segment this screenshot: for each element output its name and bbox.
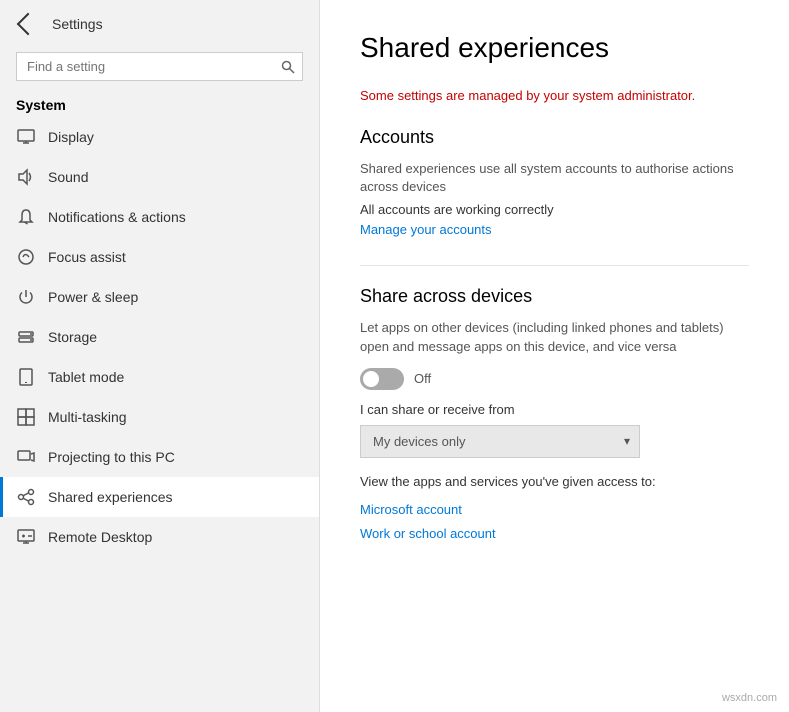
work-account-link[interactable]: Work or school account [360,526,496,541]
projecting-icon [16,447,36,467]
watermark: wsxdn.com [722,692,777,704]
share-toggle[interactable] [360,368,404,390]
sidebar-item-storage[interactable]: Storage [0,317,319,357]
search-icon [281,60,295,74]
page-title: Shared experiences [360,32,749,64]
toggle-knob [363,371,379,387]
sidebar-item-display[interactable]: Display [0,117,319,157]
tablet-icon [16,367,36,387]
sidebar-item-shared-label: Shared experiences [48,489,173,505]
sidebar-title: Settings [52,16,103,32]
sidebar-item-notifications-label: Notifications & actions [48,209,186,225]
sidebar-item-power[interactable]: Power & sleep [0,277,319,317]
notifications-icon [16,207,36,227]
toggle-label: Off [414,371,431,386]
sidebar-item-tablet[interactable]: Tablet mode [0,357,319,397]
microsoft-account-link[interactable]: Microsoft account [360,502,462,517]
sidebar-item-projecting-label: Projecting to this PC [48,449,175,465]
sidebar-item-tablet-label: Tablet mode [48,369,124,385]
sound-icon [16,167,36,187]
search-box [16,52,303,81]
shared-icon [16,487,36,507]
power-icon [16,287,36,307]
admin-warning: Some settings are managed by your system… [360,88,749,103]
share-description: Let apps on other devices (including lin… [360,319,749,355]
focus-icon [16,247,36,267]
view-access-label: View the apps and services you've given … [360,474,749,489]
accounts-heading: Accounts [360,127,749,148]
sidebar-item-projecting[interactable]: Projecting to this PC [0,437,319,477]
sidebar-item-remote-label: Remote Desktop [48,529,152,545]
sidebar-item-remote[interactable]: Remote Desktop [0,517,319,557]
dropdown-wrapper: My devices only Everyone nearby ▾ [360,425,640,458]
sidebar-item-display-label: Display [48,129,94,145]
sidebar-item-storage-label: Storage [48,329,97,345]
sidebar: Settings System Display [0,0,320,712]
share-heading: Share across devices [360,286,749,307]
back-arrow-icon [17,13,40,36]
sidebar-item-multitasking-label: Multi-tasking [48,409,127,425]
back-button[interactable] [16,12,40,36]
remote-icon [16,527,36,547]
sidebar-item-sound-label: Sound [48,169,88,185]
accounts-description: Shared experiences use all system accoun… [360,160,749,196]
sidebar-section-label: System [0,89,319,117]
sidebar-item-shared[interactable]: Shared experiences [0,477,319,517]
share-from-label: I can share or receive from [360,402,749,417]
manage-accounts-link[interactable]: Manage your accounts [360,222,492,237]
share-from-dropdown[interactable]: My devices only Everyone nearby [360,425,640,458]
section-divider-1 [360,265,749,266]
sidebar-item-focus-label: Focus assist [48,249,126,265]
search-input[interactable] [16,52,303,81]
sidebar-item-power-label: Power & sleep [48,289,138,305]
main-content: Shared experiences Some settings are man… [320,0,789,712]
sidebar-item-sound[interactable]: Sound [0,157,319,197]
share-toggle-row: Off [360,368,749,390]
sidebar-item-notifications[interactable]: Notifications & actions [0,197,319,237]
sidebar-item-multitasking[interactable]: Multi-tasking [0,397,319,437]
accounts-status: All accounts are working correctly [360,202,749,217]
display-icon [16,127,36,147]
storage-icon [16,327,36,347]
multitasking-icon [16,407,36,427]
share-from-row: I can share or receive from My devices o… [360,402,749,458]
sidebar-titlebar: Settings [0,0,319,48]
sidebar-item-focus[interactable]: Focus assist [0,237,319,277]
search-icon-button[interactable] [281,60,295,74]
